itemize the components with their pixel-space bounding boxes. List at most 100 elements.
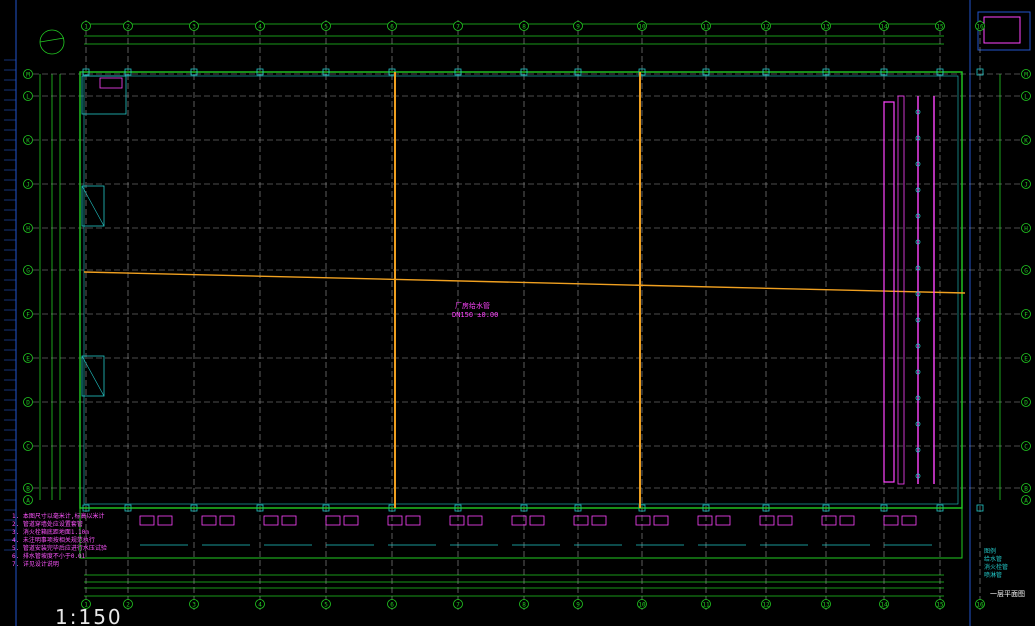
equipment-unit <box>325 515 341 526</box>
axis-bubble-label: 5 <box>324 602 328 609</box>
legend-item: 给水管 <box>984 556 1003 563</box>
axis-bubble-label: 16 <box>976 602 984 609</box>
axis-bubble-label: C <box>1024 444 1028 451</box>
axis-bubble-label: 2 <box>126 24 130 31</box>
toilet-fixture <box>99 77 123 89</box>
stair-diagonal <box>81 185 105 227</box>
axis-bubble-label: 6 <box>390 602 394 609</box>
axis-bubble-label: 1 <box>84 24 88 31</box>
axis-bubble-label: D <box>1024 400 1028 407</box>
equipment-unit <box>591 515 607 526</box>
axis-bubble-label: 14 <box>880 24 888 31</box>
axis-bubble-label: 14 <box>880 602 888 609</box>
equipment-unit <box>449 515 465 526</box>
equipment-unit <box>529 515 545 526</box>
main-pipe-annotation: 厂房给水管 <box>455 302 490 310</box>
axis-bubble-label: 16 <box>976 24 984 31</box>
equipment-unit <box>281 515 297 526</box>
axis-bubble-label: E <box>1024 356 1028 363</box>
axis-bubble-label: 3 <box>192 602 196 609</box>
axis-bubble-label: 7 <box>456 24 460 31</box>
equipment-unit <box>697 515 713 526</box>
axis-bubble-label: 11 <box>702 602 710 609</box>
equipment-unit <box>219 515 235 526</box>
axis-bubble-label: 11 <box>702 24 710 31</box>
note-line: 7. 详见设计说明 <box>12 561 59 568</box>
axis-bubble-label: M <box>26 72 30 79</box>
axis-bubble-label: A <box>1024 498 1028 505</box>
floor-plan-drawing: 1122334455667788991010111112121313141415… <box>4 0 1031 626</box>
axis-bubble-label: 15 <box>936 24 944 31</box>
toilet-block <box>81 75 127 115</box>
orange-pipe-main <box>83 271 966 294</box>
axis-bubble-label: 15 <box>936 602 944 609</box>
equipment-unit <box>653 515 669 526</box>
equipment-unit <box>157 515 173 526</box>
axis-bubble-label: 9 <box>576 602 580 609</box>
axis-bubble-label: D <box>26 400 30 407</box>
axis-bubble-label: M <box>1024 72 1028 79</box>
main-pipe-annotation-2: DN150 ±0.00 <box>452 311 499 319</box>
equipment-unit <box>715 515 731 526</box>
stair-diagonal <box>81 355 105 397</box>
legend-title: 图例 <box>984 548 997 555</box>
axis-bubble-label: A <box>26 498 30 505</box>
axis-bubble-label: H <box>26 226 30 233</box>
note-line: 4. 未注明事项按相关规范执行 <box>12 537 95 544</box>
axis-bubble-label: 6 <box>390 24 394 31</box>
axis-bubble-label: G <box>1024 268 1028 275</box>
axis-bubble-label: B <box>26 486 30 493</box>
axis-bubble-label: 3 <box>192 24 196 31</box>
equipment-unit <box>405 515 421 526</box>
note-line: 1. 本图尺寸以毫米计,标高以米计 <box>12 513 105 520</box>
frame-box <box>977 11 1031 51</box>
equipment-unit <box>139 515 155 526</box>
equipment-unit <box>573 515 589 526</box>
axis-bubble-label: 8 <box>522 602 526 609</box>
axis-bubble-label: F <box>26 312 30 319</box>
axis-bubble-label: 12 <box>762 24 770 31</box>
equipment-unit <box>467 515 483 526</box>
axis-bubble-label: K <box>1024 138 1028 145</box>
axis-bubble-label: 7 <box>456 602 460 609</box>
axis-bubble-label: 4 <box>258 602 262 609</box>
notes-block: 1. 本图尺寸以毫米计,标高以米计 2. 管道穿墙处应设置套管 3. 消火栓箱底… <box>12 513 120 569</box>
axis-bubble-label: 13 <box>822 602 830 609</box>
axis-bubble-label: K <box>26 138 30 145</box>
axis-bubble-label: C <box>26 444 30 451</box>
equipment-unit <box>839 515 855 526</box>
axis-bubble-label: J <box>1024 182 1028 189</box>
axis-bubble-label: 2 <box>126 602 130 609</box>
key-plan-box <box>983 16 1021 44</box>
axis-bubble-label: E <box>26 356 30 363</box>
north-arrow-icon <box>39 37 65 43</box>
east-equipment-rack <box>883 101 895 483</box>
east-equipment-rack <box>897 95 905 485</box>
scale-text: 1:150 <box>55 605 123 626</box>
note-line: 6. 排水管坡度不小于0.01 <box>12 553 86 560</box>
axis-bubble-label: G <box>26 268 30 275</box>
north-arrow-icon <box>39 29 65 55</box>
axis-bubble-label: L <box>1024 94 1028 101</box>
legend-item: 消火栓管 <box>984 564 1009 571</box>
axis-bubble-label: 10 <box>638 602 646 609</box>
axis-bubble-label: H <box>1024 226 1028 233</box>
equipment-unit <box>901 515 917 526</box>
equipment-unit <box>883 515 899 526</box>
note-line: 2. 管道穿墙处应设置套管 <box>12 521 83 528</box>
axis-bubble-label: 4 <box>258 24 262 31</box>
axis-bubble-label: 12 <box>762 602 770 609</box>
equipment-unit <box>821 515 837 526</box>
equipment-unit <box>635 515 651 526</box>
equipment-unit <box>263 515 279 526</box>
axis-bubble-label: 13 <box>822 24 830 31</box>
equipment-unit <box>387 515 403 526</box>
equipment-unit <box>343 515 359 526</box>
axis-bubble-label: B <box>1024 486 1028 493</box>
equipment-unit <box>777 515 793 526</box>
cad-drawing-viewport[interactable]: 1 1 2 2 3 3 4 4 5 5 6 6 7 7 8 8 9 9 10 10 11 11 12 12 13 13 14 14 15… <box>0 0 1035 626</box>
axis-bubble-label: F <box>1024 312 1028 319</box>
note-line: 5. 管道安装完毕后应进行水压试验 <box>12 545 107 552</box>
annex-outline <box>79 507 963 559</box>
legend-item: 喷淋管 <box>984 572 1003 579</box>
